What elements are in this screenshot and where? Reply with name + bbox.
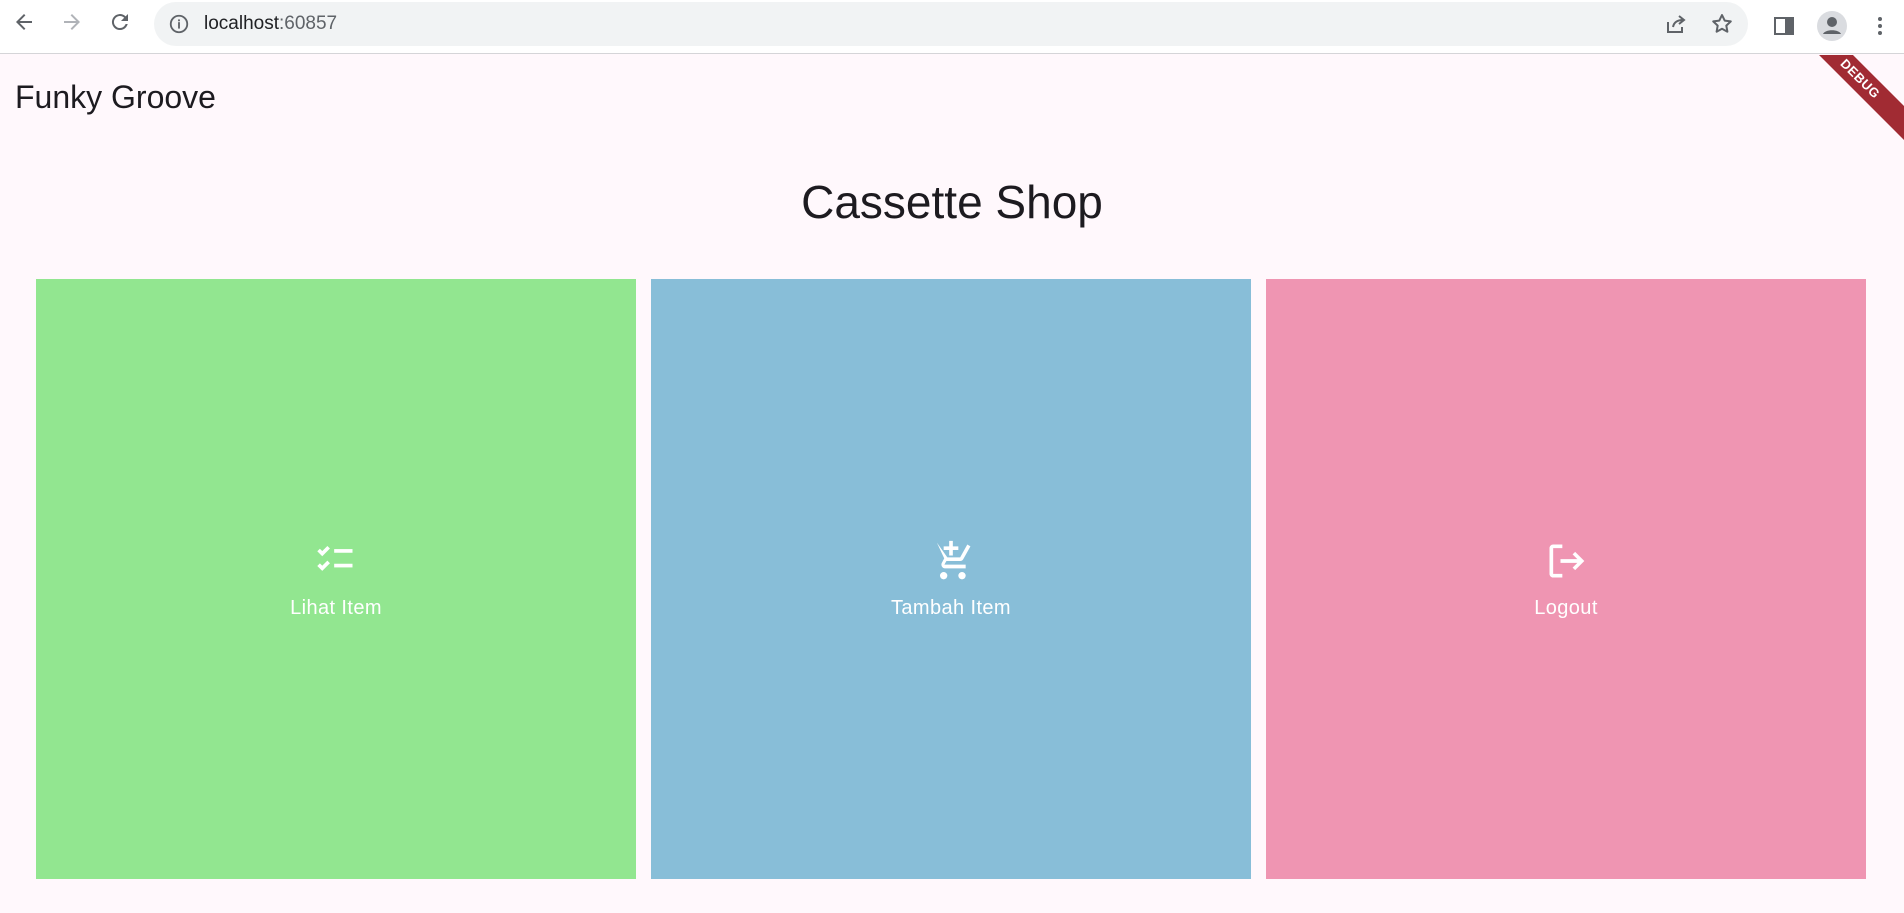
share-icon[interactable]	[1664, 12, 1688, 36]
arrow-right-icon	[64, 14, 80, 30]
tambah-item-label: Tambah Item	[890, 596, 1011, 619]
profile-button[interactable]	[1808, 8, 1856, 44]
add-cart-icon	[930, 540, 971, 579]
lihat-item-label: Lihat Item	[290, 596, 382, 619]
side-panel-icon	[1774, 17, 1794, 35]
app-view: Funky Groove Cassette Shop Lihat Item Ta…	[0, 55, 1904, 913]
back-button[interactable]	[0, 0, 48, 44]
forward-button[interactable]	[48, 0, 96, 44]
debug-banner: DEBUG	[1780, 55, 1904, 159]
bookmark-star-icon[interactable]	[1710, 12, 1734, 36]
more-vert-icon	[1878, 17, 1882, 35]
address-bar[interactable]: localhost:60857	[154, 2, 1748, 46]
lihat-item-card[interactable]: Lihat Item	[36, 279, 636, 879]
url-port: :60857	[279, 13, 338, 34]
side-panel-button[interactable]	[1760, 8, 1808, 44]
app-bar-title: Funky Groove	[15, 79, 216, 115]
reload-icon	[111, 14, 128, 31]
reload-button[interactable]	[96, 0, 144, 44]
tambah-item-card[interactable]: Tambah Item	[651, 279, 1251, 879]
menu-button[interactable]	[1856, 8, 1904, 44]
url-host: localhost	[204, 13, 279, 34]
logout-icon	[1549, 544, 1585, 577]
info-icon	[169, 14, 189, 34]
page-heading: Cassette Shop	[801, 176, 1103, 228]
checklist-icon	[317, 545, 353, 571]
logout-card[interactable]: Logout	[1266, 279, 1866, 879]
arrow-left-icon	[16, 14, 32, 30]
avatar-icon	[1817, 11, 1847, 41]
browser-toolbar: localhost:60857	[0, 0, 1904, 54]
url-text: localhost:60857	[204, 13, 337, 35]
logout-label: Logout	[1534, 596, 1598, 619]
